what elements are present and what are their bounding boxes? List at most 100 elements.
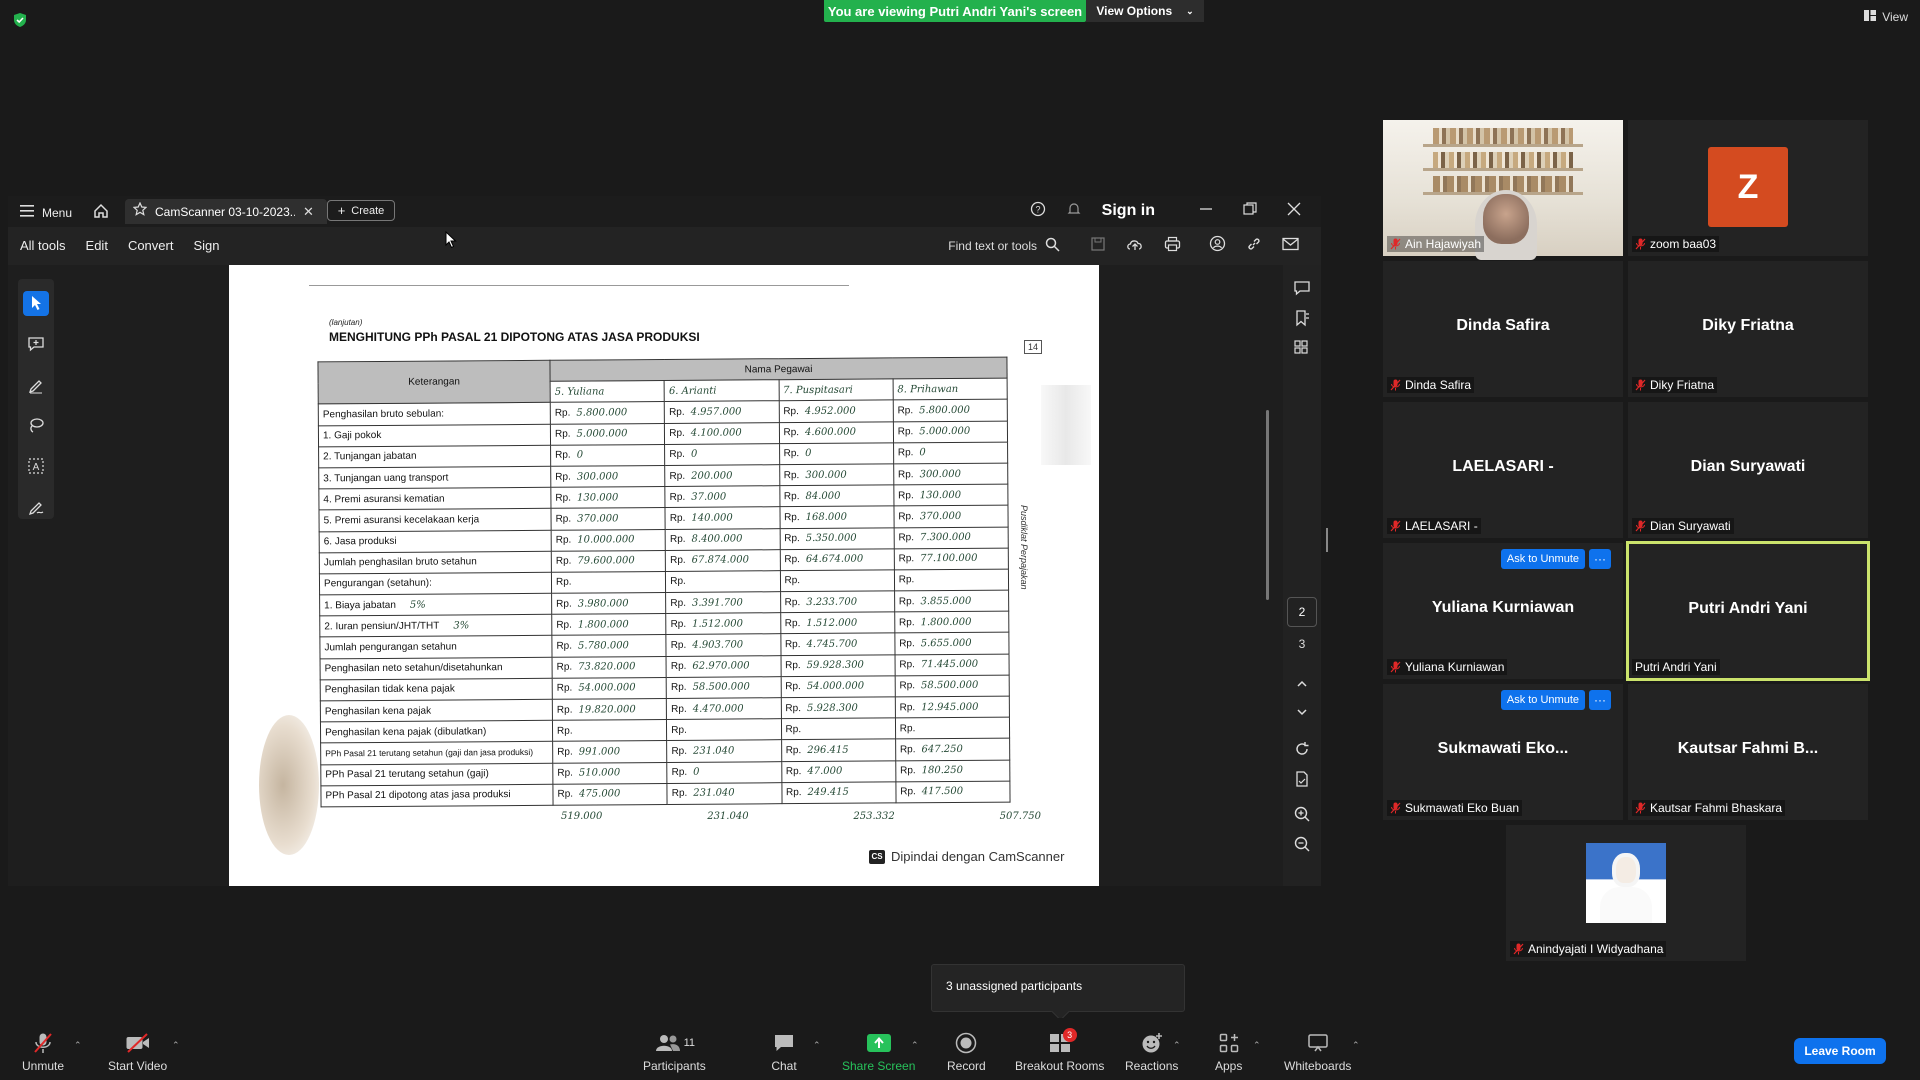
share-people-icon[interactable] (1209, 235, 1226, 257)
currency-prefix: Rp. (785, 702, 801, 714)
sign-in-button[interactable]: Sign in (1102, 202, 1155, 220)
whiteboards-label: Whiteboards (1284, 1059, 1352, 1073)
video-options-caret-icon[interactable]: ⌃ (172, 1040, 180, 1051)
vertical-scrollbar[interactable] (1266, 410, 1269, 600)
select-cursor-icon[interactable] (23, 291, 49, 316)
restore-icon[interactable] (1243, 201, 1257, 221)
link-icon[interactable] (1246, 236, 1262, 257)
zoom-in-icon[interactable] (1293, 805, 1311, 823)
lasso-draw-icon[interactable] (23, 413, 49, 438)
apps-button[interactable]: Apps (1215, 1032, 1242, 1073)
row-label: 2. Iuran pensiun/JHT/THT 3% (319, 614, 552, 638)
share-screen-button[interactable]: Share Screen (842, 1032, 915, 1073)
participant-tile-putri-active-speaker[interactable]: Putri Andri Yani Putri Andri Yani (1626, 541, 1870, 681)
whiteboards-options-caret-icon[interactable]: ⌃ (1352, 1040, 1360, 1051)
comment-panel-icon[interactable] (1293, 279, 1311, 297)
acrobat-menu-button[interactable]: Menu (20, 204, 72, 222)
ask-to-unmute-button[interactable]: Ask to Unmute (1500, 549, 1585, 569)
table-cell: Rp. 130.000 (893, 484, 1008, 507)
minimize-icon[interactable] (1199, 202, 1213, 221)
email-icon[interactable] (1282, 237, 1299, 256)
participant-tile-yuliana[interactable]: Ask to Unmute ··· Yuliana Kurniawan Yuli… (1383, 543, 1623, 679)
participant-tile-diky[interactable]: Diky Friatna Diky Friatna (1628, 261, 1868, 397)
breakout-rooms-button[interactable]: 3 Breakout Rooms (1015, 1028, 1104, 1073)
save-icon[interactable] (1090, 236, 1106, 257)
cell-value: 12.945.000 (921, 701, 979, 713)
more-options-button[interactable]: ··· (1589, 549, 1611, 569)
panel-splitter[interactable] (1326, 528, 1328, 552)
security-shield-icon[interactable] (12, 12, 28, 28)
chevron-down-icon[interactable] (1293, 703, 1311, 721)
scanned-paper-edge (1041, 385, 1091, 465)
menu-convert[interactable]: Convert (128, 238, 174, 253)
participant-tile-kautsar[interactable]: Kautsar Fahmi B... Kautsar Fahmi Bhaskar… (1628, 684, 1868, 820)
apps-options-caret-icon[interactable]: ⌃ (1253, 1040, 1261, 1051)
currency-prefix: Rp. (554, 407, 571, 419)
employee-column-header: 5. Yuliana (550, 380, 665, 403)
participant-tile-sukmawati[interactable]: Ask to Unmute ··· Sukmawati Eko... Sukma… (1383, 684, 1623, 820)
rotate-icon[interactable] (1293, 740, 1311, 758)
extract-page-icon[interactable] (1293, 770, 1311, 788)
record-button[interactable]: Record (947, 1032, 986, 1073)
table-cell: Rp. 5.000.000 (550, 423, 665, 446)
document-tab[interactable]: CamScanner 03-10-2023... ✕ (125, 199, 327, 224)
menu-all-tools[interactable]: All tools (20, 238, 66, 253)
close-window-icon[interactable] (1287, 202, 1301, 221)
side-number-mark: 14 (1024, 340, 1043, 354)
zoom-out-icon[interactable] (1293, 835, 1311, 853)
unmute-button[interactable]: Unmute (22, 1032, 64, 1073)
currency-prefix: Rp. (669, 491, 686, 503)
chevron-up-icon[interactable] (1293, 675, 1311, 693)
bell-icon[interactable] (1066, 201, 1082, 222)
cell-value: 168.000 (805, 511, 848, 523)
reactions-options-caret-icon[interactable]: ⌃ (1173, 1040, 1181, 1051)
thumbnails-grid-icon[interactable] (1293, 339, 1311, 357)
participants-button[interactable]: 11 Participants (643, 1032, 706, 1073)
pdf-page[interactable]: (lanjutan) MENGHITUNG PPh PASAL 21 DIPOT… (229, 265, 1099, 886)
find-text-tools[interactable]: Find text or tools (948, 237, 1060, 255)
audio-options-caret-icon[interactable]: ⌃ (74, 1040, 82, 1051)
breakout-count-badge: 3 (1062, 1028, 1077, 1042)
more-options-button[interactable]: ··· (1589, 690, 1611, 710)
print-icon[interactable] (1164, 236, 1181, 257)
ask-to-unmute-button[interactable]: Ask to Unmute (1500, 690, 1585, 710)
text-recognition-icon[interactable]: A (23, 454, 49, 479)
create-button[interactable]: + Create (327, 200, 395, 221)
whiteboards-button[interactable]: Whiteboards (1284, 1032, 1351, 1073)
chat-button[interactable]: Chat (771, 1032, 797, 1073)
table-cell: Rp. 4.470.000 (666, 697, 781, 720)
chat-options-caret-icon[interactable]: ⌃ (813, 1040, 821, 1051)
view-button[interactable]: View (1864, 10, 1908, 24)
next-page-number[interactable]: 3 (1287, 637, 1317, 651)
menu-sign[interactable]: Sign (193, 238, 219, 253)
participant-tile-ain[interactable]: Ain Hajawiyah (1383, 120, 1623, 260)
share-options-caret-icon[interactable]: ⌃ (911, 1040, 919, 1051)
cloud-upload-icon[interactable] (1126, 236, 1144, 257)
currency-prefix: Rp. (898, 532, 915, 544)
sign-pen-icon[interactable] (23, 494, 49, 519)
table-cell: Rp. 10.000.000 (551, 528, 666, 551)
star-icon[interactable] (132, 201, 148, 221)
participant-tile-dian[interactable]: Dian Suryawati Dian Suryawati (1628, 402, 1868, 538)
close-tab-icon[interactable]: ✕ (303, 204, 314, 220)
home-icon[interactable] (92, 202, 110, 220)
row-label: Penghasilan kena pajak (dibulatkan) (320, 720, 553, 744)
row-label: 4. Premi asuransi kematian (318, 487, 551, 511)
employee-column-header: 6. Arianti (664, 379, 779, 402)
highlight-pen-icon[interactable] (23, 372, 49, 397)
add-comment-icon[interactable] (23, 332, 49, 357)
help-icon[interactable]: ? (1030, 201, 1046, 222)
current-page-number[interactable]: 2 (1287, 597, 1317, 627)
view-options-button[interactable]: View Options ⌄ (1086, 0, 1204, 22)
reactions-button[interactable]: Reactions (1125, 1032, 1178, 1073)
start-video-button[interactable]: Start Video (108, 1032, 167, 1073)
currency-prefix: Rp. (785, 660, 801, 672)
participant-tile-laelasari[interactable]: LAELASARI - LAELASARI - (1383, 402, 1623, 538)
participant-tile-dinda[interactable]: Dinda Safira Dinda Safira (1383, 261, 1623, 397)
shared-screen-acrobat-window[interactable]: Menu CamScanner 03-10-2023... ✕ + Create… (8, 196, 1321, 886)
participant-tile-zoom-baa03[interactable]: Z zoom baa03 (1628, 120, 1868, 256)
leave-room-button[interactable]: Leave Room (1794, 1038, 1886, 1064)
menu-edit[interactable]: Edit (86, 238, 108, 253)
participant-tile-anindyajati[interactable]: Anindyajati I Widyadhana (1506, 825, 1746, 961)
bookmark-panel-icon[interactable] (1293, 309, 1311, 327)
